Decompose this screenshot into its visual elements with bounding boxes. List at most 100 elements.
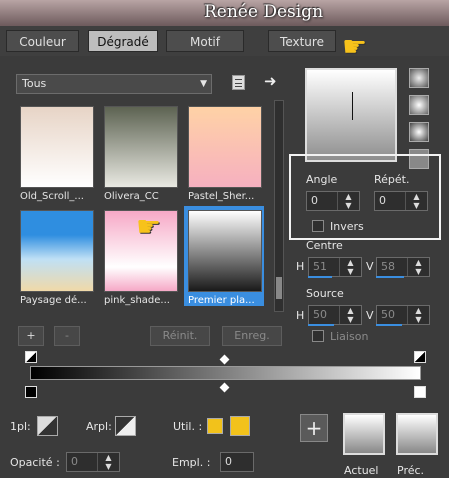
centre-v-label: V — [366, 260, 374, 273]
invert-checkbox[interactable] — [312, 220, 324, 232]
gradient-label: Olivera_CC — [104, 191, 159, 202]
rectangular-style-button[interactable] — [409, 95, 429, 115]
empl-label: Empl. : — [172, 456, 211, 469]
spinner-icon[interactable]: ▲ ▼ — [407, 258, 429, 276]
tab-texture[interactable]: Texture — [268, 30, 336, 52]
spinner-icon[interactable]: ▲ ▼ — [337, 192, 359, 210]
source-v-label: V — [366, 309, 374, 322]
gradient-bar[interactable] — [30, 366, 421, 380]
source-h-input[interactable]: 50 ▲ ▼ — [308, 305, 362, 325]
gradient-item[interactable]: Pastel_Sher... — [184, 102, 264, 202]
tab-couleur[interactable]: Couleur — [6, 30, 79, 52]
tab-motif[interactable]: Motif — [166, 30, 244, 52]
pointing-hand-icon: ☛ — [342, 30, 368, 63]
centre-h-value: 51 — [313, 260, 327, 273]
right-arrow-icon[interactable]: ➜ — [264, 72, 277, 90]
gradient-item[interactable]: Olivera_CC — [100, 102, 180, 202]
category-select[interactable]: Tous ▼ — [16, 74, 212, 94]
spinner-icon[interactable]: ▲ ▼ — [405, 192, 427, 210]
source-h-label: H — [296, 309, 305, 322]
spinner-icon[interactable]: ▲ ▼ — [339, 306, 361, 324]
invert-label: Invers — [330, 220, 364, 233]
gradient-label: pink_shade... — [104, 295, 170, 306]
scrollbar-thumb[interactable] — [276, 277, 282, 299]
gradient-swatch — [188, 210, 262, 292]
opacity-stop-right[interactable] — [414, 351, 426, 363]
centre-v-value: 58 — [381, 260, 395, 273]
gradient-list: Old_Scroll_... Olivera_CC Pastel_Sher...… — [16, 100, 272, 312]
gradient-scrollbar[interactable] — [274, 100, 284, 312]
plus-icon[interactable]: + — [300, 414, 328, 442]
gradient-swatch — [20, 210, 94, 292]
link-label: Liaison — [330, 330, 369, 343]
opacity-label: Opacité : — [10, 456, 60, 469]
category-value: Tous — [22, 77, 47, 90]
repeat-label: Répét. — [374, 173, 410, 186]
source-v-value: 50 — [381, 308, 395, 321]
centre-label: Centre — [306, 239, 343, 252]
document-icon[interactable] — [232, 75, 245, 90]
background-stop-icon[interactable] — [115, 416, 136, 436]
spinner-icon[interactable]: ▲ ▼ — [407, 306, 429, 324]
source-v-input[interactable]: 50 ▲ ▼ — [376, 305, 430, 325]
radial-style-button[interactable] — [409, 122, 429, 142]
util-label: Util. : — [173, 420, 203, 433]
gradient-label: Pastel_Sher... — [188, 191, 255, 202]
pl-label: 1pl: — [10, 420, 31, 433]
tab-degrade[interactable]: Dégradé — [88, 30, 158, 52]
link-checkbox[interactable] — [312, 330, 324, 342]
pointing-hand-icon: ☛ — [136, 210, 162, 243]
empl-value: 0 — [225, 455, 232, 468]
tab-bar: Couleur Dégradé Motif Texture — [0, 26, 449, 56]
foreground-stop-icon[interactable] — [37, 416, 58, 436]
spinner-icon[interactable]: ▲ ▼ — [97, 453, 119, 471]
opacity-midpoint[interactable] — [219, 354, 230, 365]
gradient-preview[interactable] — [305, 68, 397, 162]
angle-label: Angle — [306, 173, 338, 186]
color-midpoint[interactable] — [219, 382, 230, 393]
opacity-stop-left[interactable] — [25, 351, 37, 363]
util-color-swatch-large[interactable] — [230, 416, 250, 436]
gradient-swatch — [20, 106, 94, 188]
opacity-input[interactable]: 0 ▲ ▼ — [66, 452, 120, 472]
source-v-slider[interactable] — [376, 324, 402, 326]
angle-value: 0 — [311, 194, 318, 207]
previous-label: Préc. — [397, 464, 425, 477]
current-label: Actuel — [344, 464, 379, 477]
opacity-value: 0 — [71, 455, 78, 468]
banner: Renée Design — [0, 0, 449, 26]
arpl-label: Arpl: — [86, 420, 112, 433]
util-color-swatch[interactable] — [207, 418, 223, 434]
repeat-input[interactable]: 0 ▲ ▼ — [374, 191, 428, 211]
angle-input[interactable]: 0 ▲ ▼ — [306, 191, 360, 211]
centre-h-slider[interactable] — [308, 276, 332, 278]
repeat-value: 0 — [379, 194, 386, 207]
banner-title: Renée Design — [204, 2, 324, 22]
centre-h-label: H — [296, 260, 305, 273]
previous-gradient-swatch[interactable] — [396, 413, 438, 455]
color-stop-left[interactable] — [25, 386, 37, 398]
gradient-label: Paysage dé... — [20, 295, 87, 306]
empl-input[interactable]: 0 — [220, 452, 254, 472]
linear-style-button[interactable] — [409, 68, 429, 88]
gradient-label: Premier pla... — [188, 295, 255, 306]
color-stop-right[interactable] — [414, 386, 426, 398]
centre-v-input[interactable]: 58 ▲ ▼ — [376, 257, 430, 277]
gradient-item-selected[interactable]: Premier pla... — [184, 206, 264, 306]
reset-button[interactable]: Réinit. — [150, 326, 210, 346]
gradient-label: Old_Scroll_... — [20, 191, 84, 202]
source-label: Source — [306, 287, 344, 300]
gradient-item[interactable]: Paysage dé... — [16, 206, 96, 306]
gradient-swatch — [188, 106, 262, 188]
gradient-item[interactable]: Old_Scroll_... — [16, 102, 96, 202]
source-h-slider[interactable] — [308, 324, 334, 326]
source-h-value: 50 — [313, 308, 327, 321]
remove-gradient-button[interactable]: - — [54, 326, 80, 346]
save-button[interactable]: Enreg. — [222, 326, 282, 346]
gradient-swatch — [104, 106, 178, 188]
add-gradient-button[interactable]: + — [18, 326, 44, 346]
centre-v-slider[interactable] — [376, 276, 404, 278]
centre-h-input[interactable]: 51 ▲ ▼ — [308, 257, 362, 277]
current-gradient-swatch[interactable] — [343, 413, 385, 455]
spinner-icon[interactable]: ▲ ▼ — [339, 258, 361, 276]
